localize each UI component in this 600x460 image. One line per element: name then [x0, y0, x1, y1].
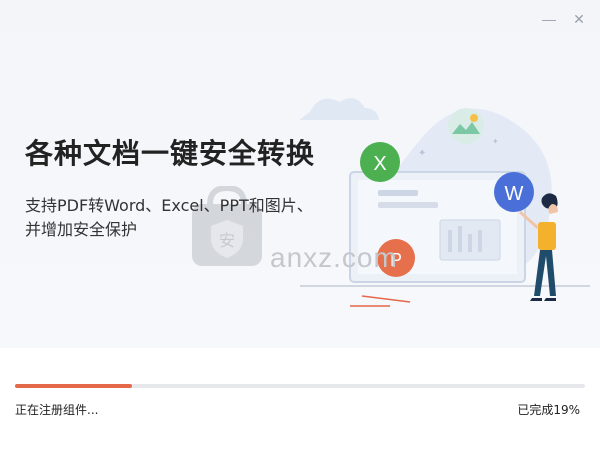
minimize-icon[interactable]: —: [540, 10, 558, 28]
install-status-text: 正在注册组件...: [15, 403, 99, 417]
watermark-text: anxz.com: [270, 242, 398, 273]
page-subtitle: 支持PDF转Word、Excel、PPT和图片、并增加安全保护: [25, 196, 313, 239]
install-progress-text: 已完成19%: [517, 403, 580, 417]
excel-badge-label: X: [373, 153, 386, 175]
cloud-shape: [299, 98, 379, 120]
page-title: 各种文档一键安全转换: [25, 137, 316, 170]
close-icon[interactable]: ✕: [570, 10, 588, 28]
image-card: [448, 108, 484, 144]
progress-bar: [15, 384, 585, 388]
word-badge-label: W: [505, 183, 524, 205]
hero-banner: ✦ ✦ X W P 安 anxz.com — ✕ 各种文档一键安全转换 支持PD…: [0, 0, 600, 348]
progress-fill: [15, 384, 132, 388]
svg-text:✦: ✦: [418, 148, 426, 159]
svg-text:✦: ✦: [492, 137, 499, 146]
